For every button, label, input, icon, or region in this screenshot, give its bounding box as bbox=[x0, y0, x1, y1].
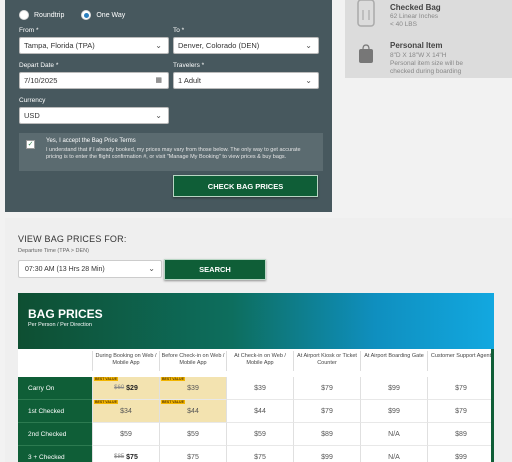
row-label-2nd-checked: 2nd Checked bbox=[18, 423, 92, 446]
price-cell: $59 bbox=[159, 423, 226, 446]
price-value: $34 bbox=[120, 407, 132, 415]
old-price: $60 bbox=[114, 385, 125, 391]
price-value: $29 bbox=[126, 384, 138, 392]
price-value: $39 bbox=[187, 384, 199, 392]
currency-select[interactable]: USD ⌄ bbox=[19, 107, 169, 124]
chevron-down-icon: ⌄ bbox=[155, 41, 162, 50]
checked-bag-weight: < 40 LBS bbox=[390, 21, 417, 28]
table-subtitle: Per Person / Per Direction bbox=[28, 322, 92, 328]
departure-time-value: 07:30 AM (13 Hrs 28 Min) bbox=[25, 265, 105, 273]
travelers-select[interactable]: 1 Adult ⌄ bbox=[173, 72, 319, 89]
price-cell: N/A bbox=[360, 446, 427, 462]
to-value: Denver, Colorado (DEN) bbox=[178, 41, 260, 50]
chevron-down-icon: ⌄ bbox=[148, 264, 155, 273]
date-label: Depart Date * bbox=[19, 62, 59, 69]
price-cell: $44 bbox=[226, 400, 293, 423]
col-head-boarding-gate: At Airport Boarding Gate bbox=[360, 351, 427, 371]
depart-date-input[interactable]: 7/10/2025 ▦ bbox=[19, 72, 169, 89]
col-head-during-booking: During Booking on Web / Mobile App bbox=[92, 351, 159, 371]
price-value: $75 bbox=[126, 453, 138, 461]
departure-time-select[interactable]: 07:30 AM (13 Hrs 28 Min) ⌄ bbox=[18, 260, 162, 278]
search-button[interactable]: SEARCH bbox=[164, 259, 266, 280]
price-cell: BEST VALUE $44 bbox=[159, 400, 226, 423]
view-prices-title: VIEW BAG PRICES FOR: bbox=[18, 234, 127, 244]
currency-label: Currency bbox=[19, 97, 46, 104]
price-cell: N/A bbox=[360, 423, 427, 446]
col-head-before-checkin: Before Check-in on Web / Mobile App bbox=[159, 351, 226, 371]
bag-info-card: Checked Bag 62 Linear Inches < 40 LBS Pe… bbox=[345, 0, 512, 78]
personal-item-note-2: checked during boarding bbox=[390, 68, 462, 75]
price-cell: $99 bbox=[427, 446, 494, 462]
personal-item-note-1: Personal item size will be bbox=[390, 60, 463, 67]
row-label-carry-on: Carry On bbox=[18, 377, 92, 400]
price-cell: BEST VALUE $34 bbox=[92, 400, 159, 423]
terms-checkbox[interactable]: ✓ bbox=[26, 140, 35, 149]
from-value: Tampa, Florida (TPA) bbox=[24, 41, 95, 50]
price-cell: $79 bbox=[293, 400, 360, 423]
table-title: BAG PRICES bbox=[28, 307, 103, 321]
chevron-down-icon: ⌄ bbox=[305, 41, 312, 50]
price-cell: $89 bbox=[293, 423, 360, 446]
departure-time-label: Departure Time (TPA > DEN) bbox=[18, 248, 89, 254]
personal-item-icon bbox=[359, 44, 373, 63]
header-spacer bbox=[18, 349, 92, 377]
price-cell: $59 bbox=[226, 423, 293, 446]
best-value-badge: BEST VALUE bbox=[161, 400, 185, 404]
personal-item-title: Personal Item bbox=[390, 41, 443, 50]
col-head-support-agent: Customer Support Agent bbox=[427, 351, 494, 371]
currency-value: USD bbox=[24, 111, 40, 120]
price-cell: $89 bbox=[427, 423, 494, 446]
row-label-3-plus-checked: 3 + Checked bbox=[18, 446, 92, 462]
price-cell: BEST VALUE $60 $29 bbox=[92, 377, 159, 400]
check-bag-prices-button[interactable]: CHECK BAG PRICES bbox=[173, 175, 318, 197]
travelers-value: 1 Adult bbox=[178, 76, 201, 85]
table-header-banner: BAG PRICES Per Person / Per Direction bbox=[18, 293, 494, 349]
old-price: $85 bbox=[114, 454, 125, 460]
best-value-badge: BEST VALUE bbox=[94, 400, 118, 404]
price-cell: BEST VALUE $39 bbox=[159, 377, 226, 400]
page: Roundtrip One Way From * Tampa, Florida … bbox=[0, 0, 512, 462]
price-value: $44 bbox=[187, 407, 199, 415]
trip-type-group: Roundtrip One Way bbox=[19, 10, 142, 20]
chevron-down-icon: ⌄ bbox=[155, 111, 162, 120]
from-label: From * bbox=[19, 27, 39, 34]
from-select[interactable]: Tampa, Florida (TPA) ⌄ bbox=[19, 37, 169, 54]
bag-prices-table: BAG PRICES Per Person / Per Direction Du… bbox=[18, 293, 494, 462]
col-head-airport-kiosk: At Airport Kiosk or Ticket Counter bbox=[293, 351, 360, 371]
to-select[interactable]: Denver, Colorado (DEN) ⌄ bbox=[173, 37, 319, 54]
calendar-icon[interactable]: ▦ bbox=[155, 76, 162, 84]
travelers-label: Travelers * bbox=[173, 62, 205, 69]
terms-text: I understand that if I already booked, m… bbox=[46, 147, 301, 160]
suitcase-icon bbox=[357, 0, 375, 27]
price-cell: $99 bbox=[360, 400, 427, 423]
to-label: To * bbox=[173, 27, 185, 34]
oneway-label[interactable]: One Way bbox=[96, 12, 125, 19]
price-cell: $99 bbox=[360, 377, 427, 400]
checked-bag-title: Checked Bag bbox=[390, 3, 441, 12]
price-cell: $75 bbox=[159, 446, 226, 462]
checked-bag-size: 62 Linear Inches bbox=[390, 13, 439, 20]
terms-box: ✓ Yes, I accept the Bag Price Terms I un… bbox=[19, 133, 323, 171]
row-label-1st-checked: 1st Checked bbox=[18, 400, 92, 423]
price-cell: $59 bbox=[92, 423, 159, 446]
price-cell: $79 bbox=[427, 377, 494, 400]
price-cell: $39 bbox=[226, 377, 293, 400]
price-cell: $99 bbox=[293, 446, 360, 462]
date-value: 7/10/2025 bbox=[24, 76, 58, 85]
price-cell: $85 $75 bbox=[92, 446, 159, 462]
chevron-down-icon: ⌄ bbox=[305, 76, 312, 85]
roundtrip-label[interactable]: Roundtrip bbox=[34, 12, 64, 19]
roundtrip-radio[interactable] bbox=[19, 10, 29, 20]
best-value-badge: BEST VALUE bbox=[161, 377, 185, 381]
price-cell: $75 bbox=[226, 446, 293, 462]
price-cell: $79 bbox=[293, 377, 360, 400]
col-head-at-checkin: At Check-in on Web / Mobile App bbox=[226, 351, 293, 371]
terms-title: Yes, I accept the Bag Price Terms bbox=[46, 138, 136, 144]
oneway-radio[interactable] bbox=[81, 10, 92, 20]
best-value-badge: BEST VALUE bbox=[94, 377, 118, 381]
table-right-edge bbox=[491, 349, 494, 462]
personal-item-size: 8"D X 18"W X 14"H bbox=[390, 52, 447, 59]
price-cell: $79 bbox=[427, 400, 494, 423]
bag-price-form: Roundtrip One Way From * Tampa, Florida … bbox=[5, 0, 332, 212]
